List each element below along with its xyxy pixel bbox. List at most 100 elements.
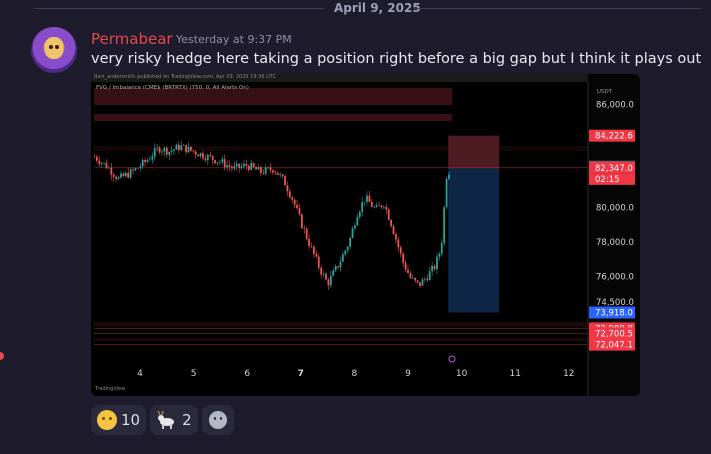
candle-body: [303, 228, 306, 229]
candle-body: [390, 219, 393, 227]
candle-body: [281, 174, 284, 177]
candle-body: [409, 273, 412, 278]
candle-body: [240, 166, 243, 168]
candle-body: [443, 207, 446, 244]
candle-body: [214, 160, 216, 164]
candle-body: [163, 147, 166, 152]
date-divider-label: April 9, 2025: [334, 1, 421, 15]
avatar-face: [45, 37, 63, 59]
price-chart: USDT 86,000.080,000.078,000.076,000.074,…: [93, 74, 640, 396]
candle-body: [320, 267, 323, 275]
candle-body: [165, 147, 168, 155]
candle-body: [436, 256, 438, 270]
candle-body: [356, 217, 359, 226]
candle-body: [272, 170, 274, 173]
grimace-face-emoji: [97, 410, 117, 430]
session-marker-icon: [448, 355, 456, 363]
candle-body: [161, 151, 163, 153]
candle-body: [100, 162, 103, 164]
goat-emoji: [157, 410, 175, 429]
candle-body: [315, 253, 318, 257]
candle-body: [448, 174, 450, 180]
candle-body: [103, 162, 105, 164]
candle-body: [332, 270, 335, 276]
candle-body: [346, 246, 349, 251]
candle-body: [182, 144, 185, 146]
candle-body: [187, 146, 190, 153]
candle-body: [421, 279, 424, 286]
candle-body: [358, 211, 361, 218]
candle-body: [129, 169, 132, 178]
candle-body: [334, 266, 337, 271]
candle-body: [279, 174, 282, 176]
candle-body: [218, 162, 221, 163]
candle-body: [344, 250, 347, 255]
reaction-grimace[interactable]: 10: [91, 405, 147, 435]
candle-body: [274, 172, 277, 174]
candle-body: [192, 150, 195, 152]
avatar-eye-right: [55, 45, 59, 49]
candle-body: [305, 228, 308, 239]
candle-body: [231, 166, 233, 169]
candle-body: [351, 228, 354, 238]
candle-body: [141, 159, 144, 167]
candle-body: [235, 163, 238, 167]
add-reaction-button[interactable]: [201, 405, 234, 435]
candle-body: [438, 253, 441, 257]
candle-body: [368, 195, 371, 203]
candle-body: [291, 197, 294, 200]
candle-body: [136, 167, 139, 169]
fvg-zone: [94, 338, 588, 341]
fvg-zone: [94, 114, 452, 121]
candle-body: [221, 159, 224, 163]
currency-label: USDT: [597, 89, 613, 95]
candle-body: [132, 169, 134, 171]
candle-body: [337, 266, 339, 268]
candle-body: [397, 239, 400, 248]
candle-body: [257, 167, 260, 170]
y-axis-tick-label: 86,000.0: [596, 101, 634, 111]
y-axis-tick-label: 78,000.0: [596, 238, 634, 248]
candle-body: [445, 179, 448, 208]
candle-body: [144, 159, 146, 163]
candle-body: [158, 147, 161, 153]
message-text: very risky hedge here taking a position …: [91, 51, 702, 67]
candle-body: [238, 163, 241, 168]
candle-body: [375, 205, 378, 207]
candle-body: [243, 163, 245, 167]
candle-body: [378, 205, 380, 206]
candle-body: [197, 154, 200, 157]
date-divider: April 9, 2025: [34, 0, 701, 18]
candle-body: [252, 163, 255, 168]
candle-body: [139, 166, 142, 168]
candle-body: [349, 237, 352, 247]
fvg-zone: [94, 322, 588, 327]
candle-body: [223, 159, 226, 168]
reaction-count: 10: [121, 411, 141, 429]
chart-image-attachment[interactable]: Bart_andersmith published on TradingView…: [91, 74, 640, 396]
candle-body: [180, 145, 183, 150]
candle-body: [416, 280, 419, 283]
user-avatar[interactable]: [31, 27, 77, 73]
candle-body: [411, 277, 414, 279]
reaction-goat[interactable]: 2: [150, 405, 198, 435]
divider-line-right: [414, 8, 701, 9]
candle-body: [233, 166, 236, 169]
candle-body: [124, 172, 127, 177]
username[interactable]: Permabear: [91, 30, 173, 48]
candle-body: [428, 271, 431, 281]
candle-body: [228, 165, 231, 167]
candle-body: [407, 269, 409, 274]
candle-body: [255, 167, 257, 170]
candle-body: [250, 163, 253, 170]
stop-loss-zone: [448, 135, 500, 168]
candle-body: [151, 156, 154, 160]
candle-body: [185, 144, 187, 153]
candle-body: [363, 201, 366, 203]
price-label-text: 73,918.0: [595, 309, 633, 319]
candle-body: [402, 253, 405, 263]
add-reaction-icon: [208, 411, 227, 429]
candle-body: [202, 153, 204, 159]
candle-body: [173, 149, 175, 151]
candle-body: [423, 278, 426, 280]
